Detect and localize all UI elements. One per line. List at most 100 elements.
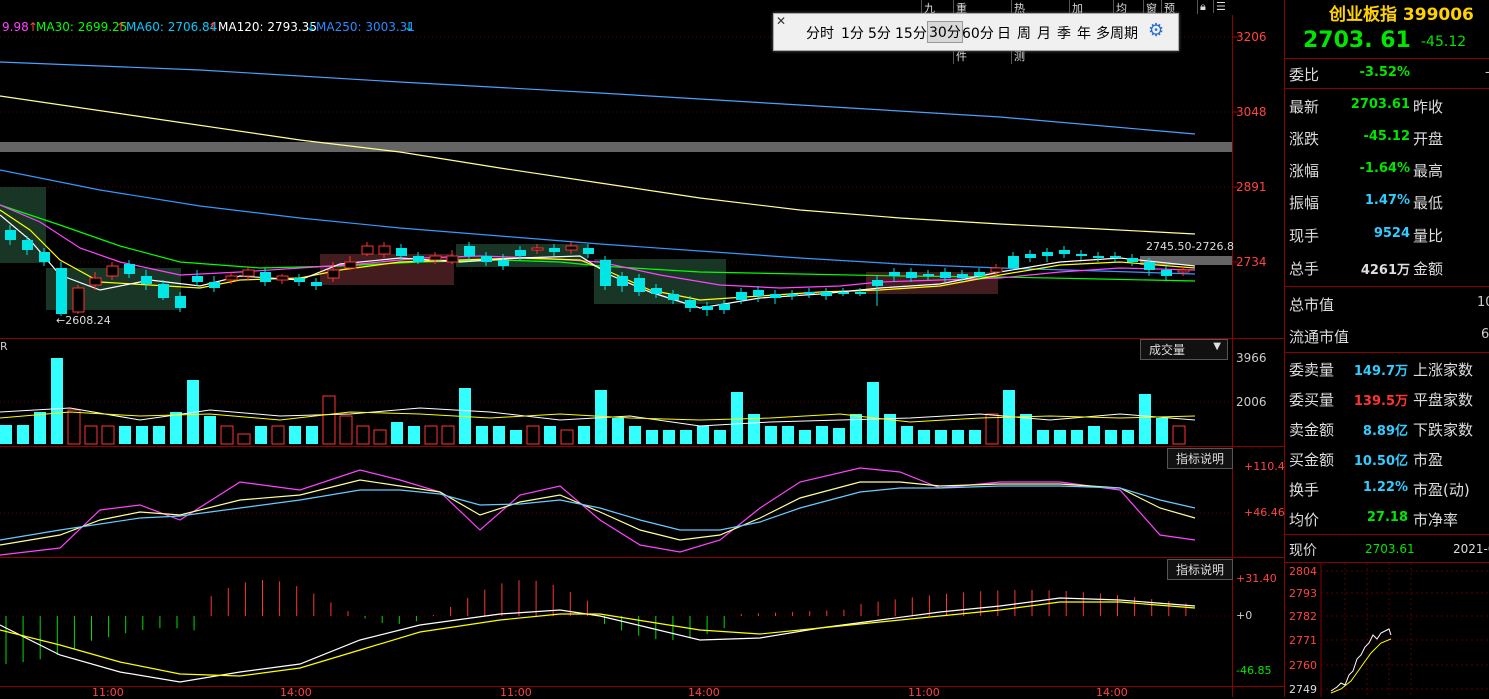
candle-body — [294, 278, 305, 282]
period-30min[interactable]: 30分 — [927, 21, 963, 43]
period-month[interactable]: 月 — [1037, 23, 1051, 43]
ma30-arrow: ↑ — [116, 20, 127, 34]
quote-row: 总市值 10 — [1285, 288, 1489, 318]
candle-body — [344, 261, 357, 269]
candle-body — [702, 306, 713, 310]
period-1min[interactable]: 1分 — [841, 23, 864, 43]
lock-icon[interactable]: 🔒︎ — [1197, 0, 1208, 14]
mini-intraday-chart[interactable] — [1285, 563, 1489, 697]
volume-bar — [612, 418, 624, 444]
volume-bar — [901, 426, 913, 444]
volume-bar — [476, 426, 488, 444]
volume-indicator-dropdown[interactable]: 成交量 ▼ — [1140, 339, 1228, 360]
volume-bar — [833, 428, 845, 444]
candle-body — [192, 276, 203, 282]
macd-indicator-help-button[interactable]: 指标说明 — [1167, 559, 1234, 580]
volume-bar — [1037, 430, 1049, 444]
candle-body — [787, 294, 798, 296]
period-week[interactable]: 周 — [1017, 23, 1031, 43]
period-5min[interactable]: 5分 — [868, 23, 891, 43]
volume-bar — [1088, 426, 1100, 444]
quote-key2: 下跌家数 — [1413, 421, 1474, 439]
volume-bar — [356, 425, 370, 445]
volume-bar — [306, 426, 318, 444]
volume-bar — [441, 425, 455, 445]
quote-key2: 金额 — [1413, 260, 1444, 278]
volume-bar — [408, 426, 420, 444]
volume-bar — [493, 426, 505, 444]
quote-tail: 6 — [1481, 327, 1489, 342]
close-icon[interactable]: ✕ — [776, 14, 786, 28]
candle-body — [855, 292, 866, 294]
period-60min[interactable]: 60分 — [962, 23, 994, 43]
candle-body — [838, 292, 849, 294]
period-multi[interactable]: 多周期 — [1096, 23, 1138, 43]
quote-key: 最新 — [1289, 98, 1320, 116]
kdj-axis-label: +110.4 — [1244, 460, 1285, 473]
quote-value: -1.64% — [1359, 161, 1411, 176]
candle-body — [225, 275, 238, 281]
candle-body — [531, 247, 544, 251]
ma250-arrow: ↓ — [404, 20, 415, 34]
quote-key: 总市值 — [1289, 296, 1335, 314]
volume-bar — [935, 430, 947, 444]
quote-key: 委卖量 — [1289, 361, 1335, 379]
macd-axis-label: +31.40 — [1236, 572, 1277, 585]
period-selector: ✕ 分时 1分 5分 15分 30分 60分 日 周 月 季 年 多周期 ⚙ — [773, 13, 1179, 51]
volume-bar — [391, 422, 403, 444]
volume-bar — [1054, 430, 1066, 444]
volume-axis-label: 2006 — [1236, 395, 1267, 409]
candle-body — [1093, 256, 1104, 258]
period-year[interactable]: 年 — [1077, 23, 1091, 43]
macd-axis-label: -46.85 — [1236, 664, 1272, 677]
candle-body — [464, 246, 475, 256]
ma10-label: 9.98 — [2, 20, 29, 34]
period-15min[interactable]: 15分 — [895, 23, 927, 43]
gear-icon[interactable]: ⚙ — [1148, 20, 1164, 41]
mini-chart-price: 2703.61 — [1365, 542, 1415, 556]
volume-bar — [153, 426, 165, 444]
quote-row: 委比 -3.52% - — [1285, 58, 1489, 88]
volume-bar — [255, 426, 267, 444]
volume-bar — [34, 412, 46, 444]
volume-bar — [680, 430, 692, 444]
volume-bar — [663, 430, 675, 444]
quote-key: 买金额 — [1289, 451, 1335, 469]
volume-bar — [136, 426, 148, 444]
candle-body — [940, 272, 951, 278]
period-quarter[interactable]: 季 — [1057, 23, 1071, 43]
candle-body — [22, 240, 33, 250]
candle-body — [481, 256, 492, 262]
candle-body — [498, 260, 509, 266]
candle-body — [72, 287, 85, 313]
volume-bar — [424, 425, 438, 445]
volume-axis-label: 3966 — [1236, 351, 1267, 365]
candle-body — [736, 292, 747, 300]
quote-key: 涨幅 — [1289, 162, 1320, 180]
volume-bar — [816, 426, 828, 444]
candle-body — [889, 272, 900, 276]
volume-bar — [1139, 394, 1151, 444]
quote-value: -45.12 — [1363, 129, 1410, 144]
mini-axis-label: 2804 — [1289, 565, 1317, 578]
quote-row: 涨幅 -1.64% 最高 — [1285, 154, 1489, 184]
quote-value: 8.89亿 — [1362, 424, 1408, 439]
volume-bar — [850, 414, 862, 444]
ma60-label: MA60: 2706.84 — [126, 20, 218, 34]
chart-menu-icon[interactable]: ☰ — [1213, 0, 1228, 13]
volume-bar — [373, 429, 387, 445]
volume-bar — [867, 382, 879, 444]
volume-bar — [51, 358, 63, 444]
volume-bar — [629, 426, 641, 444]
price-axis-label: 3206 — [1236, 30, 1267, 44]
candle-body — [685, 300, 696, 308]
period-day[interactable]: 日 — [997, 23, 1011, 43]
kdj-indicator-help-button[interactable]: 指标说明 — [1167, 448, 1234, 469]
ma120-label: MA120: 2793.35 — [218, 20, 317, 34]
candle-body — [1144, 262, 1155, 270]
period-intraday[interactable]: 分时 — [806, 23, 834, 43]
dropdown-label: 成交量 — [1149, 343, 1186, 357]
ma60-arrow: ↑ — [208, 20, 219, 34]
volume-bar — [646, 430, 658, 444]
candle-body — [1161, 270, 1172, 276]
